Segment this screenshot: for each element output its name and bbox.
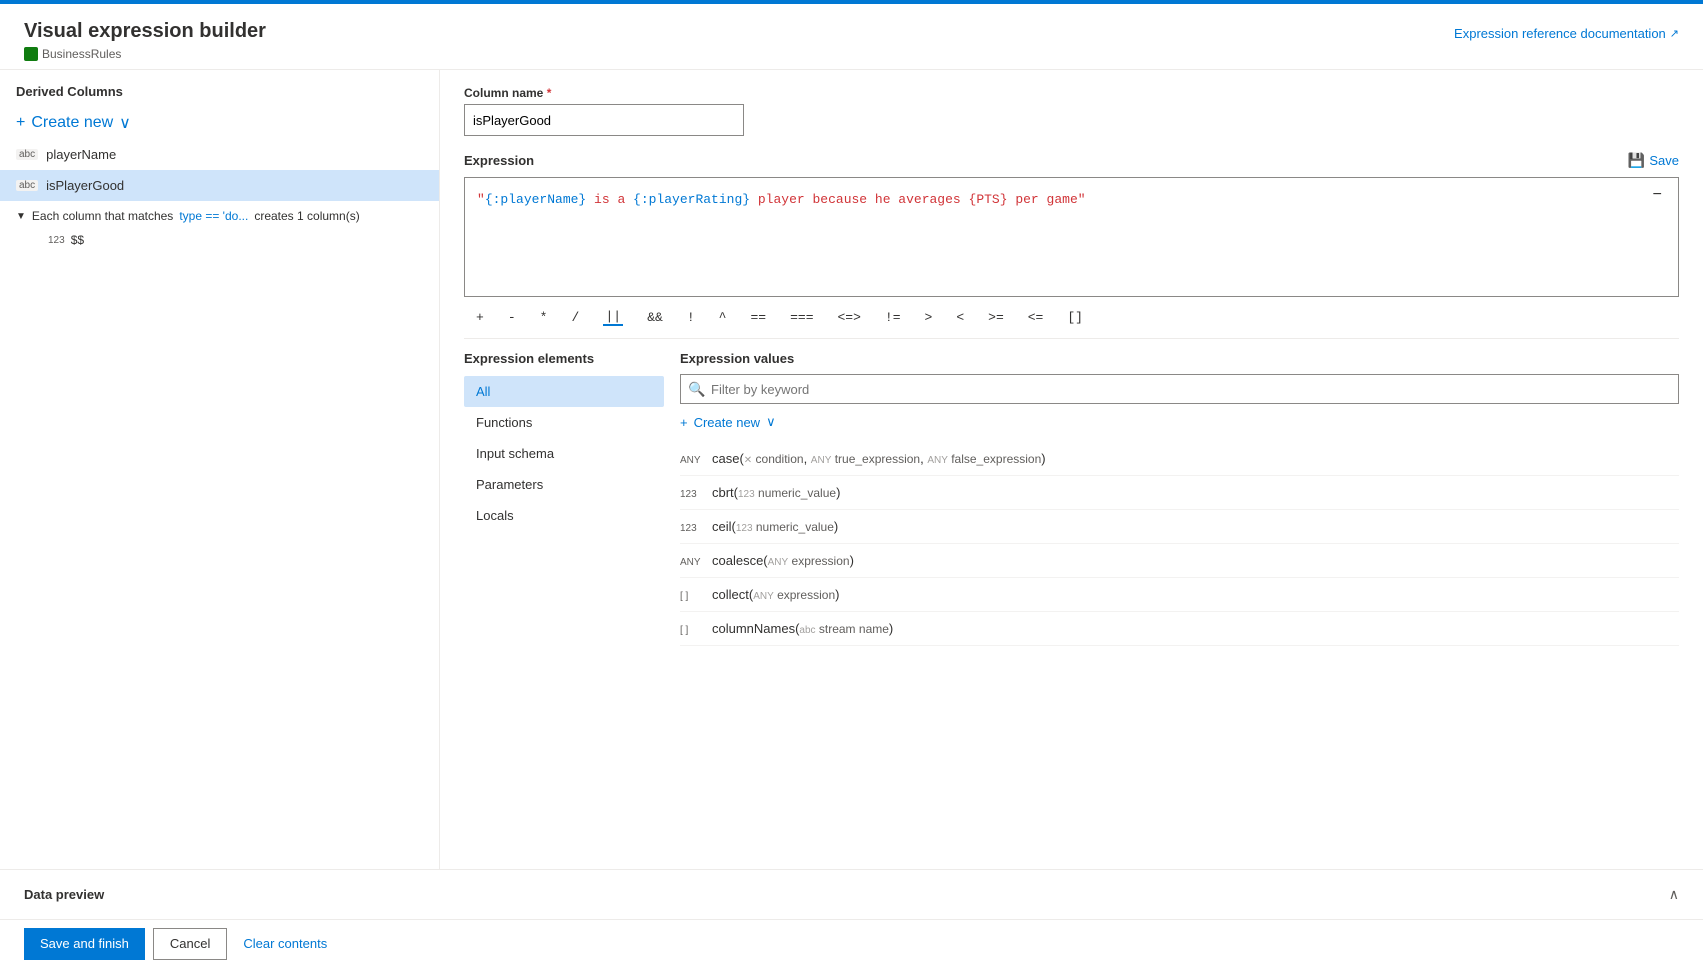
- elem-input-schema[interactable]: Input schema: [464, 438, 664, 469]
- save-finish-button[interactable]: Save and finish: [24, 928, 145, 960]
- op-spaceship[interactable]: <=>: [826, 306, 873, 329]
- function-list: ANY case(✕ condition, ANY true_expressio…: [680, 442, 1679, 646]
- op-and[interactable]: &&: [635, 306, 675, 329]
- expression-code: "{:playerName} is a {:playerRating} play…: [477, 190, 1666, 210]
- plus-icon: +: [680, 415, 688, 430]
- expression-values-panel: Expression values 🔍 + Create new ∨ ANY c…: [664, 351, 1679, 646]
- op-lte[interactable]: <=: [1016, 306, 1056, 329]
- fn-collect[interactable]: [ ] collect(ANY expression): [680, 578, 1679, 612]
- expression-editor[interactable]: "{:playerName} is a {:playerRating} play…: [464, 177, 1679, 297]
- collapse-expression-button[interactable]: −: [1652, 186, 1662, 204]
- fn-cbrt[interactable]: 123 cbrt(123 numeric_value): [680, 476, 1679, 510]
- op-strict-eq[interactable]: ===: [778, 306, 825, 329]
- business-rules-icon: [24, 47, 38, 61]
- type-filter-link[interactable]: type == 'do...: [179, 209, 248, 223]
- footer: Save and finish Cancel Clear contents: [0, 919, 1703, 967]
- elem-parameters[interactable]: Parameters: [464, 469, 664, 500]
- collapse-preview-button[interactable]: ∧: [1669, 886, 1679, 903]
- column-item-isPlayerGood[interactable]: abc isPlayerGood: [0, 170, 439, 201]
- column-item-playerName[interactable]: abc playerName: [0, 139, 439, 170]
- left-panel: Derived Columns + Create new ∨ abc playe…: [0, 70, 440, 869]
- chevron-down-icon: ∨: [766, 414, 776, 430]
- type-badge: abc: [16, 149, 38, 160]
- each-col-toggle[interactable]: ▼ Each column that matches type == 'do..…: [16, 209, 423, 223]
- op-xor[interactable]: ^: [707, 306, 739, 329]
- op-plus[interactable]: +: [464, 306, 496, 329]
- breadcrumb: BusinessRules: [24, 47, 266, 61]
- chevron-down-icon: ∨: [119, 113, 131, 133]
- expression-bottom: Expression elements All Functions Input …: [464, 351, 1679, 646]
- derived-columns-header: Derived Columns: [0, 70, 439, 107]
- op-multiply[interactable]: *: [528, 306, 560, 329]
- elem-all[interactable]: All: [464, 376, 664, 407]
- fn-columnNames[interactable]: [ ] columnNames(abc stream name): [680, 612, 1679, 646]
- save-expression-button[interactable]: 💾 Save: [1628, 152, 1679, 169]
- external-link-icon: ↗: [1670, 27, 1679, 40]
- op-divide[interactable]: /: [559, 306, 591, 329]
- op-brackets[interactable]: []: [1055, 306, 1095, 329]
- op-not[interactable]: !: [675, 306, 707, 329]
- expression-reference-link[interactable]: Expression reference documentation ↗: [1454, 26, 1679, 41]
- each-col-section: ▼ Each column that matches type == 'do..…: [0, 201, 439, 259]
- fn-ceil[interactable]: 123 ceil(123 numeric_value): [680, 510, 1679, 544]
- required-indicator: *: [547, 86, 552, 100]
- save-icon: 💾: [1628, 152, 1645, 169]
- filter-wrap: 🔍: [680, 374, 1679, 404]
- op-gt[interactable]: >: [913, 306, 945, 329]
- search-icon: 🔍: [688, 381, 705, 398]
- column-name-input[interactable]: [464, 104, 744, 136]
- create-new-value-button[interactable]: + Create new ∨: [680, 414, 1679, 430]
- plus-icon: +: [16, 114, 25, 132]
- op-gte[interactable]: >=: [976, 306, 1016, 329]
- cancel-button[interactable]: Cancel: [153, 928, 227, 960]
- column-name-label: Column name *: [464, 86, 1679, 100]
- fn-coalesce[interactable]: ANY coalesce(ANY expression): [680, 544, 1679, 578]
- page-title: Visual expression builder: [24, 20, 266, 43]
- operators-bar: + - * / || && ! ^ == === <=> != > < >= <…: [464, 297, 1679, 339]
- op-neq[interactable]: !=: [873, 306, 913, 329]
- expression-section-header: Expression 💾 Save: [464, 152, 1679, 169]
- op-minus[interactable]: -: [496, 306, 528, 329]
- clear-contents-button[interactable]: Clear contents: [235, 928, 335, 960]
- right-panel: Column name * Expression 💾 Save "{:playe…: [440, 70, 1703, 869]
- pattern-item: 123 $$: [16, 229, 423, 251]
- filter-input[interactable]: [680, 374, 1679, 404]
- type-badge: abc: [16, 180, 38, 191]
- fn-case[interactable]: ANY case(✕ condition, ANY true_expressio…: [680, 442, 1679, 476]
- elem-functions[interactable]: Functions: [464, 407, 664, 438]
- chevron-down-icon: ▼: [16, 211, 26, 222]
- expression-elements-panel: Expression elements All Functions Input …: [464, 351, 664, 646]
- create-new-button[interactable]: + Create new ∨: [0, 107, 439, 139]
- elem-locals[interactable]: Locals: [464, 500, 664, 531]
- op-lt[interactable]: <: [944, 306, 976, 329]
- op-eq[interactable]: ==: [738, 306, 778, 329]
- op-or[interactable]: ||: [591, 305, 635, 330]
- data-preview-bar: Data preview ∧: [0, 869, 1703, 919]
